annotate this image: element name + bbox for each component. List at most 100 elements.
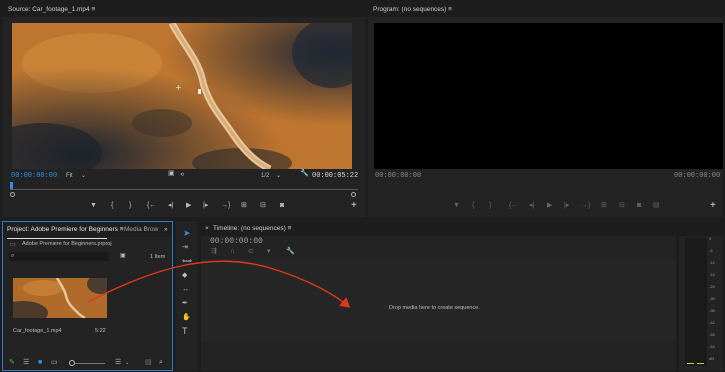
step-back-icon[interactable]: ◂| [168,202,173,210]
mark-out-icon[interactable]: } [129,202,131,210]
camera-icon[interactable]: ◙ [637,202,641,210]
svg-text:+: + [175,83,182,92]
snap-icon[interactable]: ∩ [230,248,235,256]
meter-label: -54 [709,344,715,349]
chevron-down-icon: ⌄ [276,173,282,179]
item-count: 1 Item [150,254,166,260]
marker-icon[interactable]: ▼ [453,202,460,210]
play-icon[interactable]: ▶ [186,202,191,210]
source-tab[interactable]: Source: Car_footage_1.mp4 ≡ [8,2,95,17]
timeline-tab-menu-icon[interactable]: ≡ [288,225,292,232]
source-tab-bar: Source: Car_footage_1.mp4 ≡ [2,2,366,17]
search-icon: ⌕ [11,253,15,259]
insert-icon[interactable]: ⊞ [241,202,247,210]
meter-label: 0 [709,236,712,241]
play-icon[interactable]: ▶ [547,202,552,210]
source-zoom-dropdown[interactable]: Fit ⌄ [66,172,86,179]
slip-tool-icon[interactable]: ↔ [182,286,189,294]
track-select-tool-icon[interactable]: ⇥ [182,244,188,252]
project-tab[interactable]: Project: Adobe Premiere for Beginners ≡ [7,222,124,237]
source-tab-menu-icon[interactable]: ≡ [91,6,95,13]
list-view-icon[interactable]: ☰ [23,359,29,367]
extract-icon[interactable]: ⊟ [619,202,625,210]
search-icon[interactable]: ⌕ [159,359,163,367]
meter-label: -48 [709,332,715,337]
tools-panel: ➤ ⇥ ⟺ ◆ ↔ ✒ ✋ T [176,221,198,371]
razor-tool-icon[interactable]: ◆ [182,272,187,280]
program-tab-menu-icon[interactable]: ≡ [448,6,452,13]
step-back-icon[interactable]: ◂| [529,202,534,210]
zoom-fit-label: Fit [66,173,73,179]
clip-thumbnail[interactable] [13,278,107,318]
source-tab-label: Source: Car_footage_1.mp4 [8,6,90,13]
add-button-icon[interactable]: + [710,201,716,211]
lift-icon[interactable]: ⊞ [601,202,607,210]
project-panel: Project: Adobe Premiere for Beginners ≡ … [2,221,173,371]
program-tab-bar: Program: (no sequences) ≡ [368,2,723,17]
overwrite-icon[interactable]: ⊟ [260,202,266,210]
source-time-ruler[interactable] [10,182,358,197]
step-forward-icon[interactable]: |▸ [203,202,208,210]
project-tab-menu-icon[interactable]: ≡ [120,226,124,233]
source-monitor-panel: Source: Car_footage_1.mp4 ≡ + 00:00:00:0… [2,2,366,217]
step-forward-icon[interactable]: |▸ [564,202,569,210]
mark-in-icon[interactable]: { [472,202,474,210]
pen-tool-icon[interactable]: ✒ [182,300,188,308]
media-browser-tab[interactable]: Media Brow [124,222,158,237]
clip-thumbnail-image [13,278,107,318]
source-video-frame[interactable]: + [12,23,352,169]
timeline-panel: × Timeline: (no sequences) ≡ 00:00:00:00… [201,221,676,371]
linked-selection-icon[interactable]: ⊂ [248,248,254,256]
mark-in-icon[interactable]: { [111,202,113,210]
project-footer: ✎ ☰ ■ ▭ ☰ ⌄ ▤ ⌕ [3,356,172,370]
meter-label: -30 [709,296,715,301]
source-timecode-in[interactable]: 00:00:00:00 [11,172,57,180]
timeline-tab-label: Timeline: (no sequences) [213,225,286,232]
nest-icon[interactable]: ⇶ [211,248,217,256]
freeform-view-icon[interactable]: ▭ [51,359,58,367]
meter-bars [685,238,707,366]
go-to-out-icon[interactable]: →} [221,202,230,210]
timeline-drop-area[interactable]: Drop media here to create sequence. [201,259,676,371]
new-bin-icon[interactable]: ▣ [120,252,126,260]
go-to-out-icon[interactable]: →} [581,202,590,210]
close-icon[interactable]: × [205,221,209,236]
type-tool-icon[interactable]: T [182,327,188,336]
meter-label: -12 [709,260,715,265]
timeline-timecode[interactable]: 00:00:00:00 [210,237,263,246]
timeline-tab[interactable]: Timeline: (no sequences) ≡ [213,221,291,236]
resolution-dropdown[interactable]: 1/2 ⌄ [261,172,281,179]
camera-icon[interactable]: ◙ [280,202,284,210]
export-frame-icon[interactable]: ▣ [168,170,175,178]
add-marker-icon[interactable]: ▾ [267,248,271,256]
resolution-label: 1/2 [261,173,270,179]
write-protect-icon[interactable]: ✎ [9,359,15,367]
playhead[interactable] [10,182,13,189]
clip-duration: 5:22 [95,328,106,334]
project-file-name: Adobe Premiere for Beginners.prproj [22,241,112,247]
zoom-slider-track[interactable] [75,363,105,364]
settings-icon[interactable]: ⟲ [180,171,184,179]
hand-tool-icon[interactable]: ✋ [182,314,191,322]
chevron-down-icon[interactable]: ⌄ [125,359,129,367]
icon-view-icon[interactable]: ■ [38,359,42,367]
search-input[interactable]: ⌕ [9,252,109,261]
comparison-view-icon[interactable]: ▤ [653,202,660,210]
source-timecode-out: 00:00:05:22 [312,172,359,180]
mark-out-icon[interactable]: } [489,202,491,210]
add-button-icon[interactable]: + [351,201,357,211]
ripple-edit-tool-icon[interactable]: ⟺ [182,258,192,266]
sort-icon[interactable]: ☰ [115,359,121,367]
program-video-frame[interactable] [374,23,723,169]
wrench-icon[interactable]: 🔧 [300,170,309,178]
project-tab-bar: Project: Adobe Premiere for Beginners ≡ … [3,222,172,237]
project-file-icon: ▭ [10,242,16,248]
marker-icon[interactable]: ▼ [90,202,97,210]
go-to-in-icon[interactable]: {← [509,202,518,210]
wrench-icon[interactable]: 🔧 [286,248,295,256]
go-to-in-icon[interactable]: {← [147,202,156,210]
program-tab[interactable]: Program: (no sequences) ≡ [373,2,452,17]
more-panels-icon[interactable]: » [164,222,168,237]
bin-icon[interactable]: ▤ [145,359,152,367]
selection-tool-icon[interactable]: ➤ [183,229,191,238]
